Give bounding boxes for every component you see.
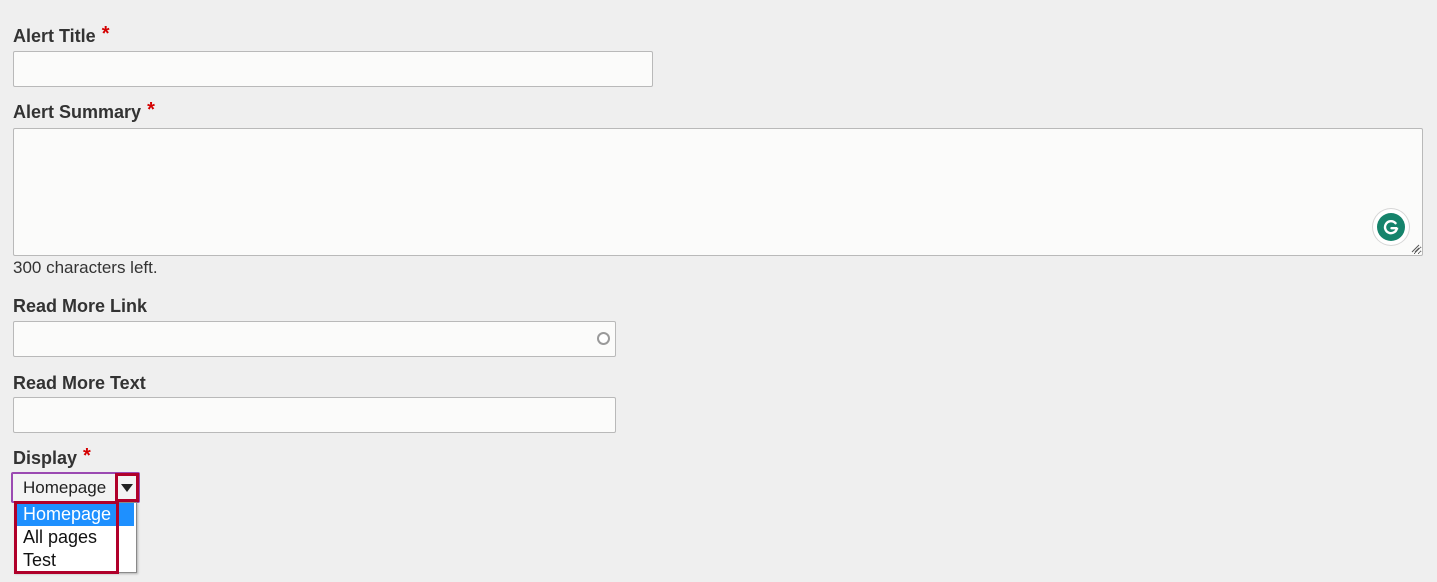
display-label: Display * xyxy=(13,445,91,469)
link-status-icon xyxy=(597,332,610,345)
alert-title-input[interactable] xyxy=(13,51,653,87)
required-mark: * xyxy=(147,99,155,121)
display-select-value: Homepage xyxy=(23,478,107,497)
required-mark: * xyxy=(101,23,110,45)
alert-summary-label: Alert Summary * xyxy=(13,99,155,123)
alert-summary-label-text: Alert Summary xyxy=(13,102,142,122)
display-dropdown-list: Homepage All pages Test xyxy=(14,502,137,573)
grammarly-icon-badge xyxy=(1377,213,1405,241)
alert-title-label: Alert Title * xyxy=(13,23,110,47)
dropdown-option-test[interactable]: Test xyxy=(15,549,134,572)
chevron-down-icon xyxy=(121,483,133,492)
characters-left-text: 300 characters left. xyxy=(13,258,158,277)
read-more-text-label: Read More Text xyxy=(13,373,146,393)
dropdown-option-all-pages[interactable]: All pages xyxy=(15,526,134,549)
resize-handle-icon[interactable] xyxy=(1410,243,1420,253)
display-label-text: Display xyxy=(13,448,78,468)
read-more-link-label: Read More Link xyxy=(13,296,148,316)
required-mark: * xyxy=(83,445,91,467)
grammarly-icon[interactable] xyxy=(1373,209,1409,245)
dropdown-option-homepage[interactable]: Homepage xyxy=(15,503,134,526)
read-more-link-input[interactable] xyxy=(13,321,616,357)
alert-summary-textarea[interactable] xyxy=(13,128,1423,256)
grammarly-g-icon xyxy=(1383,220,1399,235)
alert-title-label-text: Alert Title xyxy=(13,26,96,46)
display-select-toggle[interactable] xyxy=(115,473,139,502)
read-more-text-input[interactable] xyxy=(13,397,616,433)
